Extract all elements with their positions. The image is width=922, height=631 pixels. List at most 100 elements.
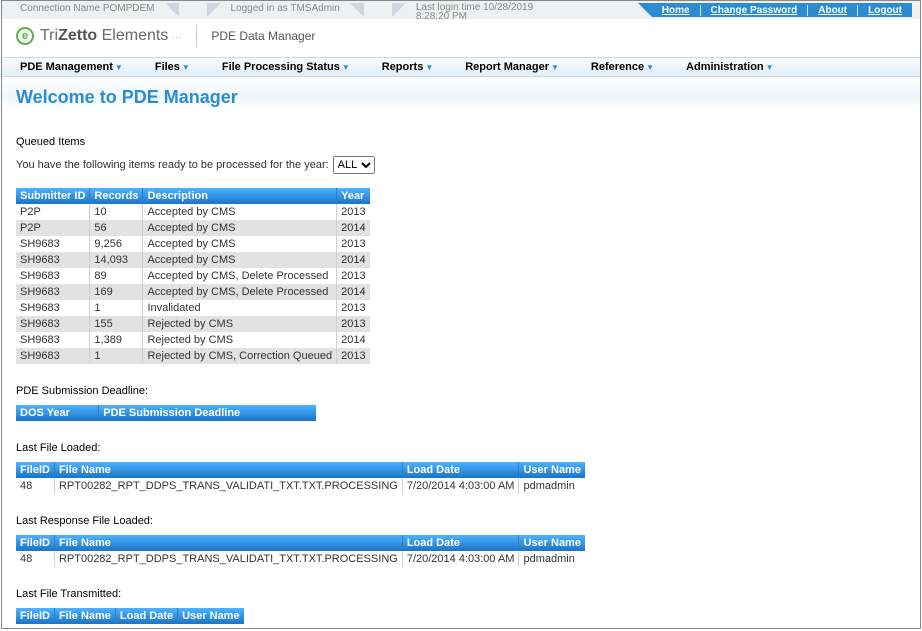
menu-report-manager[interactable]: Report Manager▼ [465,61,559,73]
top-links: Home Change Password About Logout [652,3,912,17]
table-cell: SH9683 [16,236,90,252]
chevron-down-icon: ▼ [182,63,190,72]
column-header: Description [143,188,337,204]
column-header: User Name [519,535,585,551]
table-cell: 2014 [337,332,370,348]
logout-link[interactable]: Logout [858,5,912,16]
last-transmitted-heading: Last File Transmitted: [16,588,906,600]
page-title: Welcome to PDE Manager [2,77,920,110]
about-link[interactable]: About [808,5,858,16]
table-row: SH968314,093Accepted by CMS2014 [16,252,370,268]
table-cell: 14,093 [90,252,143,268]
column-header: FileID [16,462,54,478]
last-response-heading: Last Response File Loaded: [16,515,906,527]
table-row: SH96831Rejected by CMS, Correction Queue… [16,348,370,364]
table-cell: 7/20/2014 4:03:00 AM [402,478,519,494]
menu-label: Administration [686,61,764,73]
logo-row: e TriZetto Elements ∙∙∙ PDE Data Manager [2,19,920,57]
brand-dots: ∙∙∙ [168,32,182,42]
table-cell: 2013 [337,316,370,332]
brand-suffix: Elements [97,27,168,44]
column-header: File Name [54,535,402,551]
table-cell: SH9683 [16,316,90,332]
wedge-decor [207,3,221,17]
table-cell: Accepted by CMS [143,204,337,220]
table-cell: pdmadmin [519,551,585,567]
app-title: PDE Data Manager [211,29,315,43]
chevron-down-icon: ▼ [115,63,123,72]
table-row: SH9683169Accepted by CMS, Delete Process… [16,284,370,300]
wedge-decor [165,3,179,17]
brand-prefix: Tri [40,27,58,44]
connection-name: Connection Name POMPDEM [10,3,165,14]
column-header: FileID [16,608,54,624]
table-cell: 2014 [337,220,370,236]
home-link[interactable]: Home [652,5,701,16]
table-row: SH96831Invalidated2013 [16,300,370,316]
table-cell: Invalidated [143,300,337,316]
table-cell: Rejected by CMS, Correction Queued [143,348,337,364]
menu-pde-management[interactable]: PDE Management▼ [20,61,123,73]
table-cell: 2013 [337,268,370,284]
change-password-link[interactable]: Change Password [701,5,809,16]
brand-logo: e TriZetto Elements ∙∙∙ [16,27,182,45]
content-area: Queued Items You have the following item… [2,110,920,629]
wedge-decor [392,3,406,17]
column-header: Load Date [115,608,177,624]
table-cell: 2013 [337,204,370,220]
column-header: PDE Submission Deadline [99,405,316,421]
table-cell: 48 [16,478,54,494]
menu-administration[interactable]: Administration▼ [686,61,774,73]
table-row: 48RPT00282_RPT_DDPS_TRANS_VALIDATI_TXT.T… [16,478,585,494]
table-cell: 2013 [337,300,370,316]
table-cell: P2P [16,204,90,220]
table-row: SH9683155Rejected by CMS2013 [16,316,370,332]
menu-label: Report Manager [465,61,549,73]
chevron-down-icon: ▼ [646,63,654,72]
table-cell: RPT00282_RPT_DDPS_TRANS_VALIDATI_TXT.TXT… [54,478,402,494]
table-cell: SH9683 [16,348,90,364]
table-cell: Accepted by CMS [143,252,337,268]
chevron-down-icon: ▼ [766,63,774,72]
table-cell: pdmadmin [519,478,585,494]
menu-reference[interactable]: Reference▼ [591,61,654,73]
table-cell: SH9683 [16,252,90,268]
column-header: Load Date [402,462,519,478]
deadline-table: DOS YearPDE Submission Deadline [16,405,316,421]
column-header: User Name [519,462,585,478]
column-header: Records [90,188,143,204]
table-cell: P2P [16,220,90,236]
menu-label: Reports [382,61,424,73]
last-loaded-heading: Last File Loaded: [16,442,906,454]
top-info-bar: Connection Name POMPDEM Logged in as TMS… [2,1,920,19]
year-select[interactable]: ALL [333,156,375,174]
table-cell: 9,256 [90,236,143,252]
table-cell: 1 [90,348,143,364]
logo-divider [196,25,197,47]
last-loaded-table: FileIDFile NameLoad DateUser Name48RPT00… [16,462,585,494]
menu-label: Files [155,61,180,73]
table-cell: 1 [90,300,143,316]
year-filter-line: You have the following items ready to be… [16,156,906,174]
table-cell: 56 [90,220,143,236]
table-row: P2P10Accepted by CMS2013 [16,204,370,220]
logo-mark-icon: e [16,27,34,45]
chevron-down-icon: ▼ [551,63,559,72]
table-cell: 2013 [337,348,370,364]
wedge-decor [638,3,652,17]
table-cell: 10 [90,204,143,220]
table-cell: 2014 [337,284,370,300]
table-cell: SH9683 [16,300,90,316]
main-menu: PDE Management▼Files▼File Processing Sta… [2,57,920,77]
table-row: P2P56Accepted by CMS2014 [16,220,370,236]
table-cell: RPT00282_RPT_DDPS_TRANS_VALIDATI_TXT.TXT… [54,551,402,567]
menu-file-processing-status[interactable]: File Processing Status▼ [222,61,350,73]
menu-files[interactable]: Files▼ [155,61,190,73]
chevron-down-icon: ▼ [425,63,433,72]
menu-reports[interactable]: Reports▼ [382,61,433,73]
table-cell: 7/20/2014 4:03:00 AM [402,551,519,567]
column-header: File Name [54,608,115,624]
menu-label: PDE Management [20,61,113,73]
last-transmitted-table: FileIDFile NameLoad DateUser Name [16,608,244,624]
table-cell: SH9683 [16,332,90,348]
